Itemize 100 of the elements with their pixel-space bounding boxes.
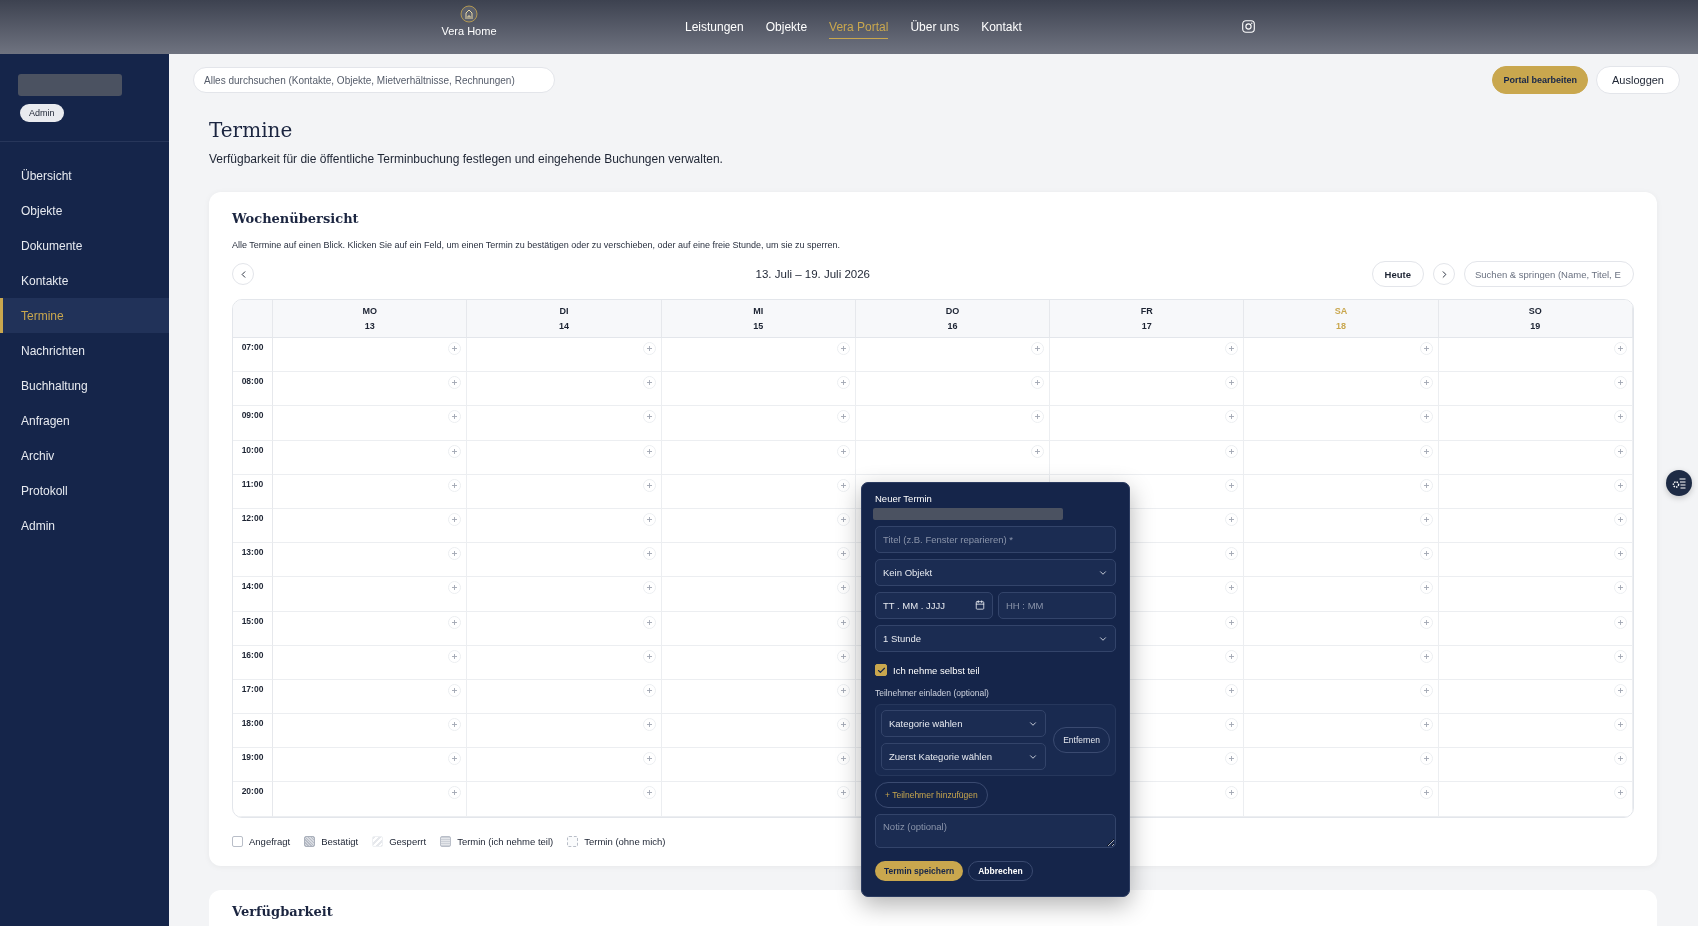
add-slot-icon[interactable] bbox=[642, 512, 656, 526]
add-slot-icon[interactable] bbox=[1419, 615, 1433, 629]
add-slot-icon[interactable] bbox=[1614, 342, 1627, 355]
note-field[interactable]: Notiz (optional) bbox=[875, 814, 1116, 848]
add-slot-icon[interactable] bbox=[1614, 410, 1627, 424]
sidebar-item[interactable]: Übersicht bbox=[0, 158, 169, 193]
add-slot-icon[interactable] bbox=[1419, 376, 1433, 390]
sidebar-item[interactable]: Anfragen bbox=[0, 403, 169, 438]
add-slot-icon[interactable] bbox=[642, 410, 656, 424]
sidebar-item[interactable]: Admin bbox=[0, 508, 169, 543]
add-slot-icon[interactable] bbox=[448, 478, 462, 492]
next-week-button[interactable] bbox=[1433, 263, 1455, 285]
object-select[interactable]: Kein Objekt bbox=[875, 559, 1116, 586]
add-slot-icon[interactable] bbox=[1419, 752, 1433, 766]
add-slot-icon[interactable] bbox=[642, 376, 656, 390]
add-slot-icon[interactable] bbox=[1225, 376, 1239, 390]
add-slot-icon[interactable] bbox=[1419, 718, 1433, 732]
add-slot-icon[interactable] bbox=[1225, 786, 1239, 800]
sidebar-item[interactable]: Kontakte bbox=[0, 263, 169, 298]
add-slot-icon[interactable] bbox=[448, 342, 462, 355]
add-slot-icon[interactable] bbox=[642, 683, 656, 697]
add-slot-icon[interactable] bbox=[1419, 410, 1433, 424]
add-slot-icon[interactable] bbox=[1614, 752, 1627, 766]
add-slot-icon[interactable] bbox=[1225, 683, 1239, 697]
sidebar-item[interactable]: Nachrichten bbox=[0, 333, 169, 368]
add-slot-icon[interactable] bbox=[836, 786, 850, 800]
add-slot-icon[interactable] bbox=[1614, 376, 1627, 390]
date-field[interactable]: TT . MM . JJJJ bbox=[875, 592, 993, 619]
add-slot-icon[interactable] bbox=[1419, 512, 1433, 526]
add-slot-icon[interactable] bbox=[1419, 786, 1433, 800]
previous-week-button[interactable] bbox=[232, 263, 254, 285]
add-slot-icon[interactable] bbox=[1614, 512, 1627, 526]
add-slot-icon[interactable] bbox=[1614, 444, 1627, 458]
add-slot-icon[interactable] bbox=[1225, 752, 1239, 766]
edit-portal-button[interactable]: Portal bearbeiten bbox=[1492, 66, 1588, 94]
sidebar-item[interactable]: Buchhaltung bbox=[0, 368, 169, 403]
add-slot-icon[interactable] bbox=[642, 581, 656, 595]
add-slot-icon[interactable] bbox=[1614, 478, 1627, 492]
sidebar-item[interactable]: Protokoll bbox=[0, 473, 169, 508]
add-slot-icon[interactable] bbox=[1614, 683, 1627, 697]
add-slot-icon[interactable] bbox=[836, 718, 850, 732]
add-slot-icon[interactable] bbox=[448, 786, 462, 800]
person-select[interactable]: Zuerst Kategorie wählen bbox=[881, 743, 1047, 770]
add-slot-icon[interactable] bbox=[836, 547, 850, 561]
category-select[interactable]: Kategorie wählen bbox=[881, 710, 1047, 737]
add-slot-icon[interactable] bbox=[836, 342, 850, 355]
add-slot-icon[interactable] bbox=[1419, 649, 1433, 663]
add-slot-icon[interactable] bbox=[1225, 342, 1239, 355]
checkbox[interactable] bbox=[875, 664, 887, 676]
add-slot-icon[interactable] bbox=[1031, 376, 1045, 390]
add-slot-icon[interactable] bbox=[1614, 786, 1627, 800]
add-slot-icon[interactable] bbox=[642, 649, 656, 663]
add-slot-icon[interactable] bbox=[1614, 649, 1627, 663]
add-slot-icon[interactable] bbox=[836, 649, 850, 663]
add-slot-icon[interactable] bbox=[1419, 581, 1433, 595]
nav-link[interactable]: Leistungen bbox=[685, 15, 744, 39]
sidebar-item[interactable]: Termine bbox=[0, 298, 169, 333]
add-slot-icon[interactable] bbox=[1225, 718, 1239, 732]
add-slot-icon[interactable] bbox=[1614, 615, 1627, 629]
add-slot-icon[interactable] bbox=[642, 615, 656, 629]
add-slot-icon[interactable] bbox=[1031, 444, 1045, 458]
add-slot-icon[interactable] bbox=[448, 718, 462, 732]
add-slot-icon[interactable] bbox=[1225, 478, 1239, 492]
add-slot-icon[interactable] bbox=[448, 581, 462, 595]
add-slot-icon[interactable] bbox=[448, 649, 462, 663]
add-slot-icon[interactable] bbox=[642, 786, 656, 800]
add-slot-icon[interactable] bbox=[642, 342, 656, 355]
save-button[interactable]: Termin speichern bbox=[875, 861, 964, 881]
add-slot-icon[interactable] bbox=[1419, 444, 1433, 458]
add-slot-icon[interactable] bbox=[642, 547, 656, 561]
add-slot-icon[interactable] bbox=[1225, 649, 1239, 663]
add-slot-icon[interactable] bbox=[1225, 581, 1239, 595]
add-slot-icon[interactable] bbox=[642, 752, 656, 766]
add-slot-icon[interactable] bbox=[836, 478, 850, 492]
sidebar-item[interactable]: Archiv bbox=[0, 438, 169, 473]
nav-link[interactable]: Objekte bbox=[765, 15, 808, 39]
add-slot-icon[interactable] bbox=[1419, 547, 1433, 561]
title-field[interactable]: Titel (z.B. Fenster reparieren) * bbox=[875, 526, 1116, 553]
add-slot-icon[interactable] bbox=[836, 410, 850, 424]
nav-link[interactable]: Kontakt bbox=[981, 15, 1022, 39]
add-slot-icon[interactable] bbox=[448, 683, 462, 697]
add-slot-icon[interactable] bbox=[448, 615, 462, 629]
add-slot-icon[interactable] bbox=[836, 615, 850, 629]
nav-link[interactable]: Über uns bbox=[910, 15, 960, 39]
add-slot-icon[interactable] bbox=[1225, 615, 1239, 629]
add-slot-icon[interactable] bbox=[836, 444, 850, 458]
add-slot-icon[interactable] bbox=[836, 512, 850, 526]
add-slot-icon[interactable] bbox=[836, 683, 850, 697]
sidebar-item[interactable]: Dokumente bbox=[0, 228, 169, 263]
add-slot-icon[interactable] bbox=[642, 478, 656, 492]
camera-icon[interactable] bbox=[1242, 20, 1255, 33]
add-slot-icon[interactable] bbox=[448, 547, 462, 561]
add-slot-icon[interactable] bbox=[1419, 683, 1433, 697]
add-slot-icon[interactable] bbox=[1614, 547, 1627, 561]
floating-button[interactable] bbox=[1666, 470, 1692, 496]
add-slot-icon[interactable] bbox=[448, 376, 462, 390]
add-slot-icon[interactable] bbox=[448, 444, 462, 458]
duration-select[interactable]: 1 Stunde bbox=[875, 625, 1116, 652]
add-slot-icon[interactable] bbox=[1225, 512, 1239, 526]
add-slot-icon[interactable] bbox=[1419, 478, 1433, 492]
